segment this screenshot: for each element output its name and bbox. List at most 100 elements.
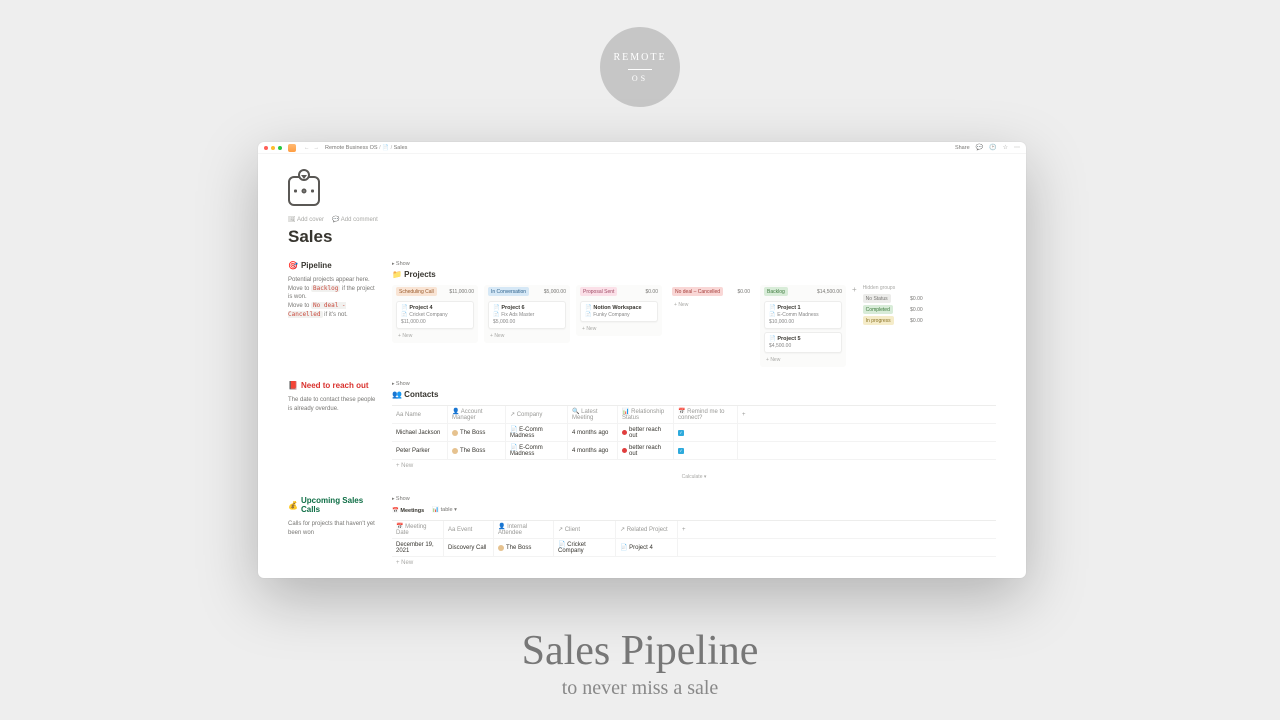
tagline-title: Sales Pipeline bbox=[0, 627, 1280, 675]
db-title-contacts[interactable]: 👥 Contacts bbox=[392, 390, 996, 399]
hidden-group-item[interactable]: Completed$0.00 bbox=[863, 305, 923, 314]
table-header: Aa Name👤 Account Manager↗ Company🔍 Lates… bbox=[392, 406, 996, 424]
upcoming-heading: 💰Upcoming Sales Calls bbox=[288, 496, 380, 514]
add-comment-button[interactable]: 💬 Add comment bbox=[332, 216, 378, 223]
board-card[interactable]: 📄 Project 6📄Fix Ads Master$5,000.00 bbox=[488, 301, 566, 329]
page-title[interactable]: Sales bbox=[288, 227, 996, 247]
table-cell[interactable]: Peter Parker bbox=[392, 442, 448, 459]
table-cell[interactable]: December 19, 2021 bbox=[392, 539, 444, 556]
new-card-button[interactable]: New bbox=[398, 333, 472, 339]
db-title-projects[interactable]: 📁 Projects bbox=[392, 270, 996, 279]
column-sum: $0.00 bbox=[645, 289, 658, 295]
page-icon[interactable] bbox=[288, 176, 320, 206]
add-row-button[interactable]: + New bbox=[392, 460, 996, 472]
board-card[interactable]: 📄 Project 5$4,500.00 bbox=[764, 332, 842, 353]
add-column-button[interactable]: + bbox=[852, 285, 857, 294]
badge-divider bbox=[628, 69, 652, 70]
hidden-group-item[interactable]: No Status$0.00 bbox=[863, 294, 923, 303]
nav-back-icon[interactable]: ← bbox=[304, 145, 310, 151]
board-card[interactable]: 📄 Project 4📄Cricket Company$11,000.00 bbox=[396, 301, 474, 329]
maximize-icon[interactable] bbox=[278, 146, 282, 150]
crumb-root[interactable]: Remote Business OS bbox=[325, 145, 382, 151]
new-card-button[interactable]: New bbox=[674, 302, 748, 308]
board-card[interactable]: 📄 Project 1📄E-Comm Madness$10,000.00 bbox=[764, 301, 842, 329]
pipeline-heading: 🎯Pipeline bbox=[288, 261, 380, 270]
comment-icon[interactable]: 💬 bbox=[976, 144, 983, 151]
table-cell[interactable]: 4 months ago bbox=[568, 424, 618, 441]
table-cell[interactable]: The Boss bbox=[494, 539, 554, 556]
view-table[interactable]: 📊 table ▾ bbox=[432, 507, 457, 513]
table-cell[interactable]: 📄 Project 4 bbox=[616, 539, 678, 556]
column-label[interactable]: No deal – Cancelled bbox=[672, 287, 723, 296]
table-cell[interactable]: 📄 Cricket Company bbox=[554, 539, 616, 556]
table-meetings: 📅 Meeting DateAa Event👤 Internal Attende… bbox=[392, 520, 996, 569]
table-cell[interactable]: better reach out bbox=[618, 424, 674, 441]
table-cell[interactable]: The Boss bbox=[448, 424, 506, 441]
new-card-button[interactable]: New bbox=[490, 333, 564, 339]
table-cell[interactable]: ↗ Client bbox=[554, 521, 616, 538]
table-cell[interactable]: ↗ Related Project bbox=[616, 521, 678, 538]
clock-icon[interactable]: 🕑 bbox=[989, 144, 996, 151]
table-cell[interactable]: 📄 E-Comm Madness bbox=[506, 442, 568, 459]
new-card-button[interactable]: New bbox=[582, 326, 656, 332]
add-cover-button[interactable]: 🖼 Add cover bbox=[288, 216, 324, 223]
column-sum: $0.00 bbox=[737, 289, 750, 295]
page-header: 🖼 Add cover 💬 Add comment Sales bbox=[288, 176, 996, 247]
table-cell[interactable]: Aa Name bbox=[392, 406, 448, 423]
board-column: Scheduling Call $11,000.00 📄 Project 4📄Cri… bbox=[392, 285, 478, 343]
column-sum: $11,000.00 bbox=[449, 289, 474, 295]
column-label[interactable]: In Conversation bbox=[488, 287, 529, 296]
table-cell[interactable]: ↗ Company bbox=[506, 406, 568, 423]
view-picker-pipeline[interactable]: Show bbox=[392, 261, 996, 267]
table-cell[interactable]: 🔍 Latest Meeting bbox=[568, 406, 618, 423]
table-cell[interactable]: Aa Event bbox=[444, 521, 494, 538]
share-button[interactable]: Share bbox=[955, 145, 970, 151]
nav-forward-icon[interactable]: → bbox=[314, 145, 320, 151]
new-card-button[interactable]: New bbox=[766, 357, 840, 363]
table-row[interactable]: December 19, 2021 Discovery Call The Bos… bbox=[392, 539, 996, 557]
window-controls[interactable] bbox=[264, 146, 282, 150]
view-picker-meetings[interactable]: Show bbox=[392, 496, 996, 502]
db-title-meetings[interactable]: 📅 Meetings bbox=[392, 508, 424, 514]
star-icon[interactable]: ☆ bbox=[1003, 144, 1008, 151]
table-cell[interactable]: 📅 Meeting Date bbox=[392, 521, 444, 538]
minimize-icon[interactable] bbox=[271, 146, 275, 150]
view-picker-contacts[interactable]: Show bbox=[392, 381, 996, 387]
remind-checkbox[interactable]: ✓ bbox=[674, 424, 738, 441]
section-upcoming: 💰Upcoming Sales Calls Calls for projects… bbox=[288, 496, 996, 569]
table-cell[interactable]: Michael Jackson bbox=[392, 424, 448, 441]
hidden-group-item[interactable]: In progress$0.00 bbox=[863, 316, 923, 325]
table-row[interactable]: Peter Parker The Boss 📄 E-Comm Madness 4… bbox=[392, 442, 996, 460]
target-icon: 🎯 bbox=[288, 261, 298, 270]
table-row[interactable]: Michael Jackson The Boss 📄 E-Comm Madnes… bbox=[392, 424, 996, 442]
table-cell[interactable]: 📅 Remind me to connect? bbox=[674, 406, 738, 423]
board-projects: Scheduling Call $11,000.00 📄 Project 4📄Cri… bbox=[392, 285, 996, 367]
close-icon[interactable] bbox=[264, 146, 268, 150]
table-cell[interactable]: 📊 Relationship Status bbox=[618, 406, 674, 423]
table-cell[interactable]: + bbox=[678, 521, 692, 538]
table-contacts: Aa Name👤 Account Manager↗ Company🔍 Lates… bbox=[392, 405, 996, 482]
table-cell[interactable]: 👤 Account Manager bbox=[448, 406, 506, 423]
column-label[interactable]: Proposal Sent bbox=[580, 287, 617, 296]
table-cell[interactable]: + bbox=[738, 406, 752, 423]
remind-checkbox[interactable]: ✓ bbox=[674, 442, 738, 459]
table-cell[interactable]: 👤 Internal Attendee bbox=[494, 521, 554, 538]
calculate-button[interactable]: Calculate ▾ bbox=[392, 472, 996, 482]
upcoming-desc: Calls for projects that haven't yet been… bbox=[288, 520, 380, 537]
table-cell[interactable]: better reach out bbox=[618, 442, 674, 459]
add-row-button[interactable]: + New bbox=[392, 557, 996, 569]
table-cell[interactable]: The Boss bbox=[448, 442, 506, 459]
column-label[interactable]: Scheduling Call bbox=[396, 287, 437, 296]
more-icon[interactable]: ⋯ bbox=[1014, 144, 1020, 151]
workspace-icon[interactable] bbox=[288, 144, 296, 152]
breadcrumb[interactable]: Remote Business OS 📄 Sales bbox=[325, 145, 407, 151]
column-label[interactable]: Backlog bbox=[764, 287, 788, 296]
board-card[interactable]: 📄 Notion Workspace📄Funky Company bbox=[580, 301, 658, 322]
table-cell[interactable]: Discovery Call bbox=[444, 539, 494, 556]
crumb-page[interactable]: Sales bbox=[394, 145, 408, 151]
board-column: Proposal Sent $0.00 📄 Notion Workspace📄Fun… bbox=[576, 285, 662, 336]
crumb-sales-icon: 📄 bbox=[382, 145, 393, 151]
table-cell[interactable]: 📄 E-Comm Madness bbox=[506, 424, 568, 441]
column-sum: $5,000.00 bbox=[544, 289, 566, 295]
table-cell[interactable]: 4 months ago bbox=[568, 442, 618, 459]
